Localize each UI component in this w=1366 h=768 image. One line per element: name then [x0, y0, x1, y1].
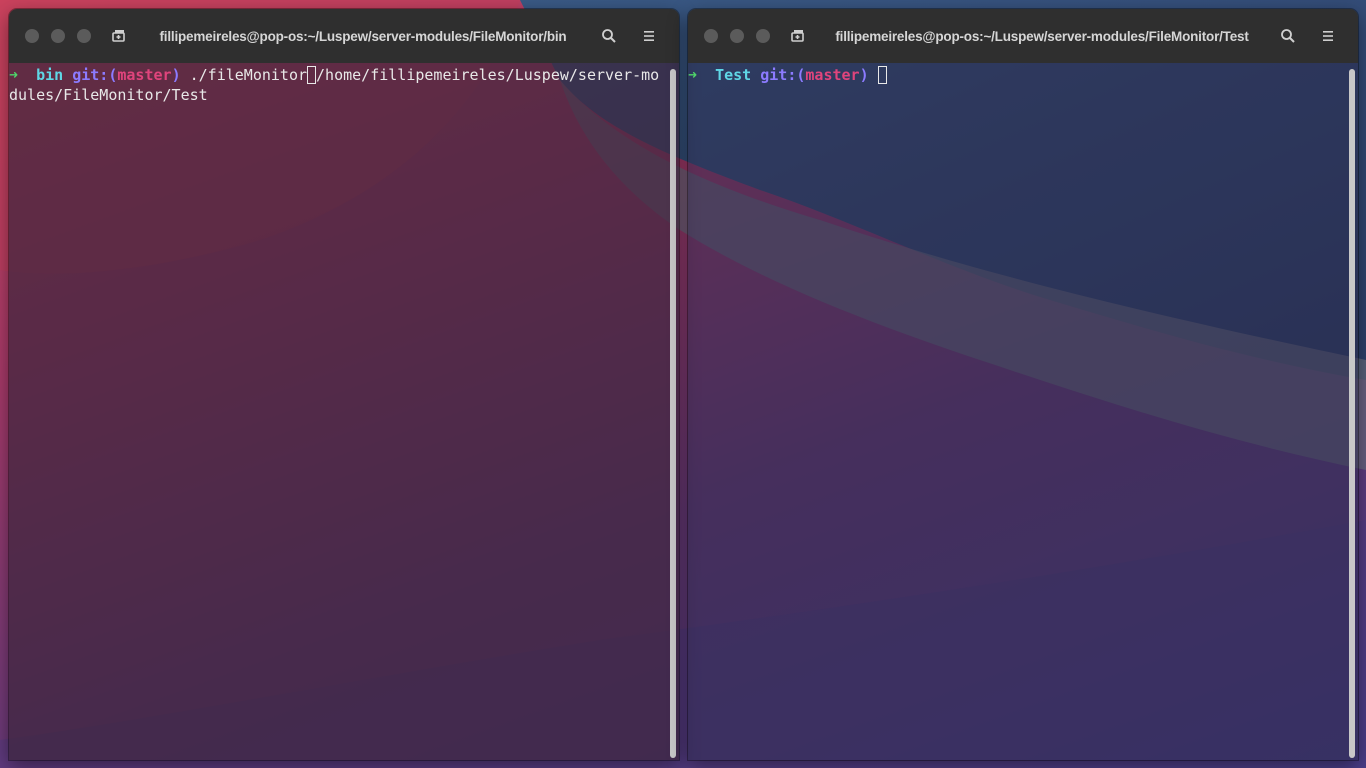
- terminal-output[interactable]: ➜ bin git:(master) ./fileMonitor/home/fi…: [9, 65, 665, 760]
- new-tab-icon[interactable]: [790, 28, 806, 44]
- text-cursor: [877, 66, 887, 84]
- git-close: ): [859, 66, 869, 84]
- command-text: ./fileMonitor: [189, 66, 308, 84]
- maximize-button[interactable]: [77, 29, 91, 43]
- git-branch: master: [805, 66, 860, 84]
- terminal-body[interactable]: ➜ bin git:(master) ./fileMonitor/home/fi…: [9, 63, 679, 760]
- git-branch: master: [117, 66, 172, 84]
- titlebar[interactable]: fillipemeireles@pop-os:~/Luspew/server-m…: [688, 9, 1358, 63]
- hamburger-menu-icon[interactable]: [1318, 26, 1338, 46]
- terminal-window-right[interactable]: fillipemeireles@pop-os:~/Luspew/server-m…: [688, 9, 1358, 760]
- prompt-arrow: ➜: [9, 66, 19, 84]
- search-icon[interactable]: [599, 26, 619, 46]
- close-button[interactable]: [25, 29, 39, 43]
- terminal-body[interactable]: ➜ Test git:(master): [688, 63, 1358, 760]
- git-close: ): [171, 66, 181, 84]
- prompt-arrow: ➜: [688, 66, 698, 84]
- new-tab-icon[interactable]: [111, 28, 127, 44]
- git-label: git:(: [760, 66, 806, 84]
- hamburger-menu-icon[interactable]: [639, 26, 659, 46]
- close-button[interactable]: [704, 29, 718, 43]
- window-title: fillipemeireles@pop-os:~/Luspew/server-m…: [835, 28, 1249, 44]
- terminal-window-left[interactable]: fillipemeireles@pop-os:~/Luspew/server-m…: [9, 9, 679, 760]
- minimize-button[interactable]: [51, 29, 65, 43]
- search-icon[interactable]: [1278, 26, 1298, 46]
- maximize-button[interactable]: [756, 29, 770, 43]
- prompt-directory: bin: [36, 66, 64, 84]
- git-label: git:(: [72, 66, 118, 84]
- window-title: fillipemeireles@pop-os:~/Luspew/server-m…: [159, 28, 567, 44]
- window-controls: [25, 29, 91, 43]
- window-controls: [704, 29, 770, 43]
- scrollbar[interactable]: [670, 69, 676, 758]
- text-cursor: [307, 66, 317, 84]
- titlebar[interactable]: fillipemeireles@pop-os:~/Luspew/server-m…: [9, 9, 679, 63]
- terminal-output[interactable]: ➜ Test git:(master): [688, 65, 1344, 760]
- prompt-directory: Test: [715, 66, 752, 84]
- scrollbar[interactable]: [1349, 69, 1355, 758]
- minimize-button[interactable]: [730, 29, 744, 43]
